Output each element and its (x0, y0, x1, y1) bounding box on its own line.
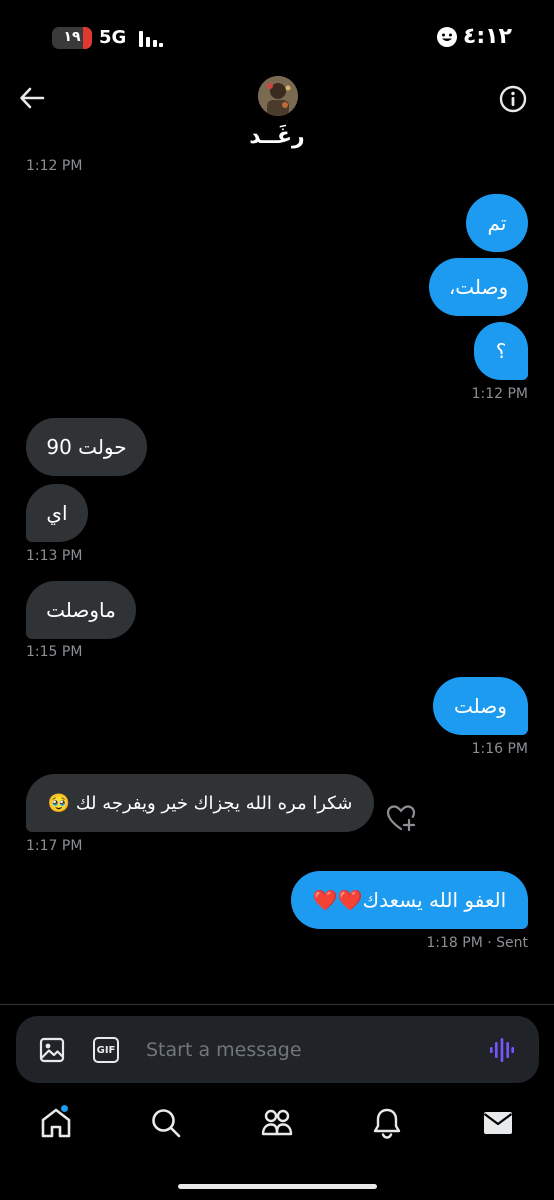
divider (0, 1004, 554, 1005)
status-time: ٤:١٢ (462, 24, 512, 49)
message-bubble[interactable]: ماوصلت (26, 581, 136, 639)
gif-button[interactable]: GIF (93, 1037, 119, 1063)
message-bubble[interactable]: وصلت (433, 677, 528, 735)
message-timestamp: 1:16 PM (471, 741, 528, 757)
message-bubble[interactable]: ؟ (474, 322, 528, 380)
avatar[interactable] (258, 76, 298, 116)
battery-indicator: ١٩ (52, 27, 92, 49)
search-icon[interactable] (149, 1106, 183, 1140)
message-bubble[interactable]: تم (466, 194, 528, 252)
message-bubble[interactable]: اي (26, 484, 88, 542)
info-icon[interactable] (498, 84, 528, 114)
message-timestamp: 1:13 PM (26, 548, 83, 564)
signal-icon (139, 31, 163, 47)
notifications-icon[interactable] (370, 1106, 404, 1140)
message-bubble[interactable]: وصلت، (429, 258, 528, 316)
heart-plus-icon[interactable] (385, 802, 417, 834)
arrow-left-icon (20, 87, 45, 109)
message-bubble[interactable]: شكرا مره الله يجزاك خير ويفرجه لك 🥹 (26, 774, 374, 832)
smiley-icon (436, 26, 457, 47)
home-indicator (178, 1184, 377, 1189)
voice-icon[interactable] (488, 1036, 516, 1064)
message-bubble[interactable]: العفو الله يسعدك❤️❤️ (291, 871, 528, 929)
message-timestamp: 1:12 PM (26, 158, 83, 174)
message-timestamp: 1:17 PM (26, 838, 83, 854)
network-type: 5G (99, 27, 127, 48)
message-bubble[interactable]: حولت 90 (26, 418, 147, 476)
image-icon[interactable] (38, 1036, 66, 1064)
status-bar: ١٩ 5G ٤:١٢ (0, 0, 554, 72)
back-button[interactable] (16, 82, 48, 114)
message-composer: GIF (16, 1016, 539, 1083)
contact-name[interactable]: رغَــد (0, 124, 554, 149)
message-timestamp: 1:12 PM (471, 386, 528, 402)
message-timestamp: 1:18 PM · Sent (426, 935, 528, 951)
message-input[interactable] (146, 1030, 466, 1070)
communities-icon[interactable] (260, 1106, 294, 1140)
messages-icon[interactable] (481, 1106, 515, 1140)
message-timestamp: 1:15 PM (26, 644, 83, 660)
battery-level: ١٩ (63, 29, 81, 45)
home-notification-dot (60, 1104, 69, 1113)
